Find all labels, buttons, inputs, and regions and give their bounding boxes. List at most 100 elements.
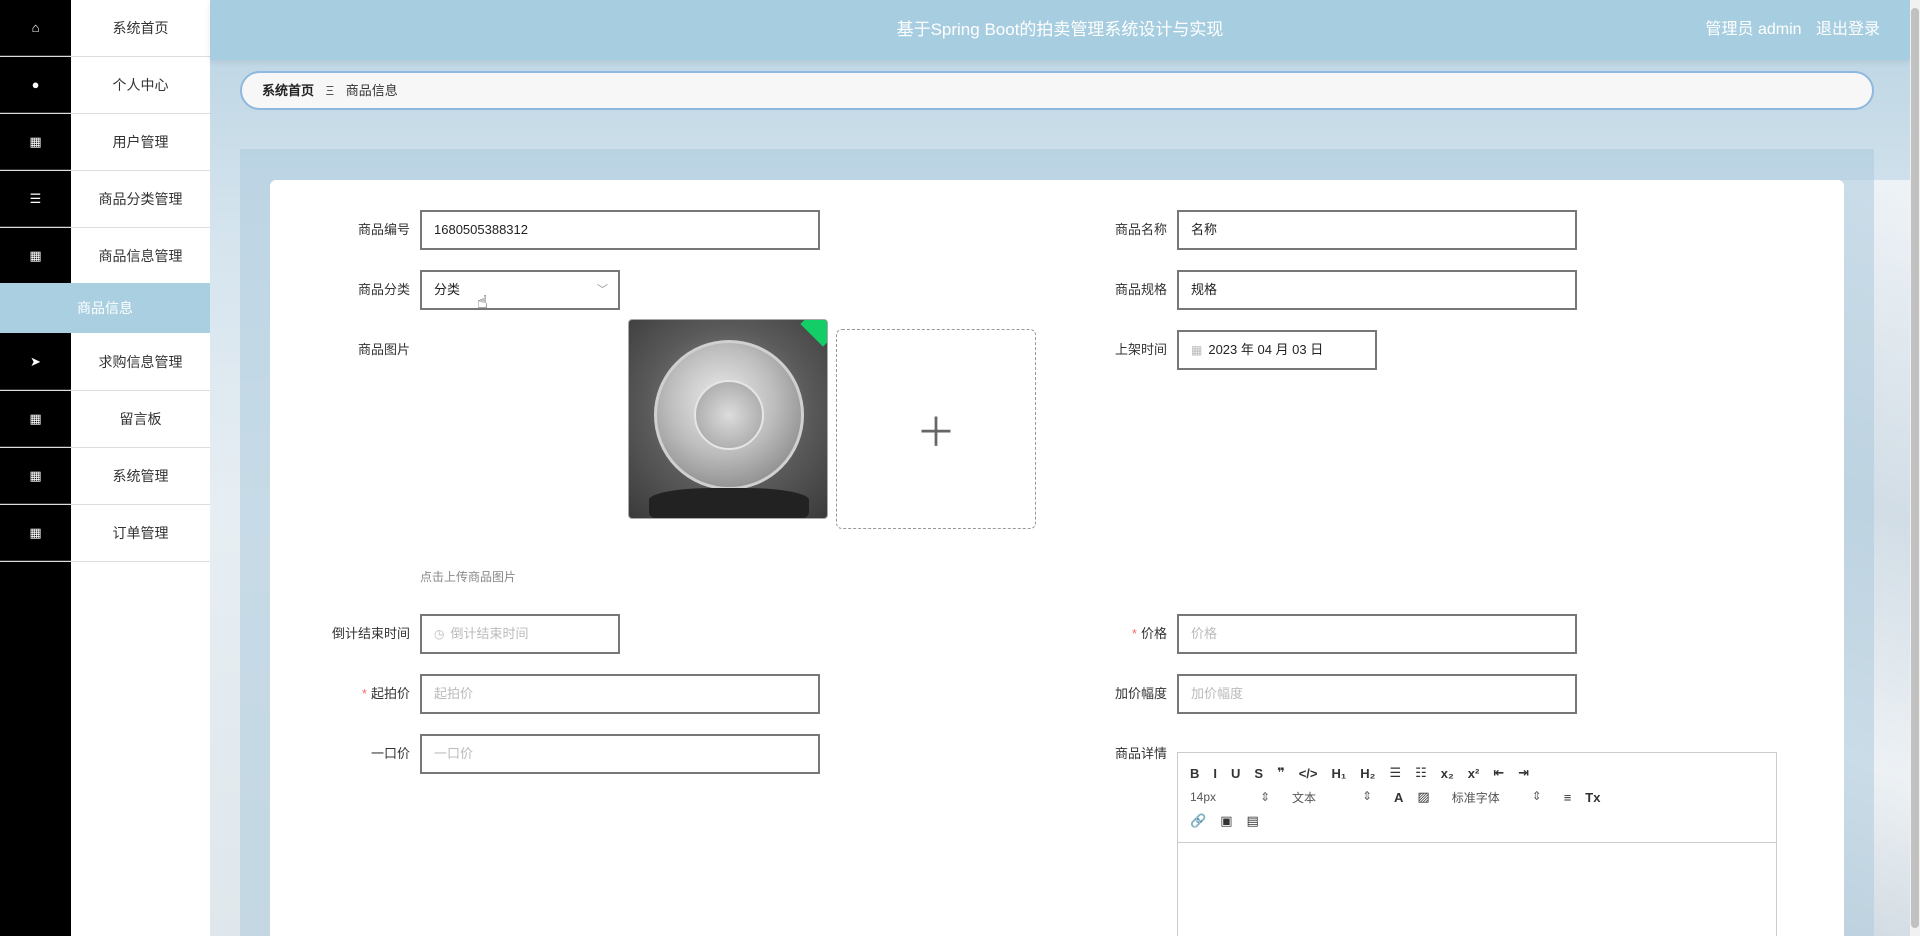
grid-icon: ▦ <box>0 505 71 561</box>
grid-icon: ▦ <box>0 391 71 447</box>
toolbar-row-1: B I U S ❞ </> H₁ H₂ ☰ ☷ x₂ x² ⇤ ⇥ <box>1190 761 1764 785</box>
calendar-icon: ▦ <box>1191 343 1203 357</box>
sidebar-item-7[interactable]: ▦ 留言板 <box>0 391 210 448</box>
success-corner-icon <box>800 320 827 347</box>
image-button[interactable]: ▣ <box>1220 813 1232 829</box>
sidebar-item-4[interactable]: ☰ 商品分类管理 <box>0 171 210 228</box>
image-label: 商品图片 <box>357 342 410 357</box>
font-family-value: 标准字体 <box>1451 790 1500 805</box>
sidebar-item-6[interactable]: ➤ 求购信息管理 <box>0 334 210 391</box>
detail-label: 商品详情 <box>1114 746 1167 761</box>
sidebar-item-label: 个人中心 <box>112 77 169 93</box>
subscript-button[interactable]: x₂ <box>1441 766 1454 781</box>
required-mark: * <box>1131 626 1137 641</box>
h1-button[interactable]: H₁ <box>1332 766 1347 781</box>
bold-button[interactable]: B <box>1190 766 1199 781</box>
increment-label: 加价幅度 <box>1114 686 1167 701</box>
buyout-input[interactable]: 一口价 <box>420 734 820 774</box>
goods-image-thumbnail[interactable] <box>628 319 828 519</box>
plus-icon: ＋ <box>916 411 956 455</box>
font-color-button[interactable]: A <box>1394 790 1403 805</box>
sidebar-item-1[interactable]: ⌂ 系统首页 <box>0 0 210 57</box>
top-header: 基于Spring Boot的拍卖管理系统设计与实现 管理员 admin 退出登录 <box>210 0 1910 60</box>
spec-label: 商品规格 <box>1114 282 1167 297</box>
video-button[interactable]: ▤ <box>1246 813 1258 829</box>
countdown-placeholder: 倒计结束时间 <box>450 626 529 641</box>
sidebar-item-label: 用户管理 <box>112 134 169 150</box>
link-button[interactable]: 🔗 <box>1190 813 1206 829</box>
text-type-select[interactable]: 文本 ⇕ <box>1292 789 1372 806</box>
scrollbar-thumb[interactable] <box>1911 8 1919 928</box>
category-label: 商品分类 <box>357 282 410 297</box>
strike-button[interactable]: S <box>1254 766 1263 781</box>
breadcrumb-home[interactable]: 系统首页 <box>262 83 314 98</box>
sidebar-item-label: 订单管理 <box>112 525 169 541</box>
background-color-button[interactable]: ▨ <box>1417 789 1429 805</box>
app-title: 基于Spring Boot的拍卖管理系统设计与实现 <box>896 20 1224 39</box>
page-scrollbar[interactable] <box>1910 0 1920 936</box>
sidebar-item-label: 求购信息管理 <box>98 354 183 370</box>
breadcrumb-separator: Ξ <box>325 83 335 98</box>
start-price-input[interactable]: 起拍价 <box>420 674 820 714</box>
image-upload-button[interactable]: ＋ <box>836 329 1036 529</box>
name-label: 商品名称 <box>1114 222 1167 237</box>
ordered-list-button[interactable]: ☰ <box>1389 765 1401 781</box>
blockquote-button[interactable]: ❞ <box>1277 765 1285 781</box>
grid-icon: ▦ <box>0 114 71 170</box>
breadcrumb: 系统首页 Ξ 商品信息 <box>240 71 1874 110</box>
sidebar-item-3[interactable]: ▦ 用户管理 <box>0 114 210 171</box>
shelf-time-input[interactable]: ▦ 2023 年 04 月 03 日 <box>1177 330 1377 370</box>
outdent-button[interactable]: ⇤ <box>1493 765 1504 781</box>
table-icon: ▦ <box>0 448 71 504</box>
clear-format-button[interactable]: Tx <box>1585 790 1600 805</box>
underline-button[interactable]: U <box>1231 766 1240 781</box>
countdown-input[interactable]: ◷ 倒计结束时间 <box>420 614 620 654</box>
price-label-text: 价格 <box>1140 626 1167 641</box>
superscript-button[interactable]: x² <box>1468 766 1480 781</box>
select-arrow-icon: ⇕ <box>1531 788 1542 803</box>
increment-input[interactable]: 加价幅度 <box>1177 674 1577 714</box>
sidebar-subitem-goods-info[interactable]: 商品信息 <box>0 283 210 333</box>
category-select[interactable]: 分类 ﹀ <box>420 270 620 310</box>
bullet-list-button[interactable]: ☷ <box>1415 765 1427 781</box>
italic-button[interactable]: I <box>1213 766 1217 781</box>
indent-button[interactable]: ⇥ <box>1518 765 1529 781</box>
logout-link[interactable]: 退出登录 <box>1816 21 1880 38</box>
send-icon: ➤ <box>0 334 71 390</box>
buyout-label: 一口价 <box>370 746 410 761</box>
sidebar-item-5[interactable]: ▦ 商品信息管理 <box>0 228 210 285</box>
price-label: * 价格 <box>1057 614 1167 654</box>
user-area: 管理员 admin 退出登录 <box>1696 0 1881 60</box>
select-arrow-icon: ⇕ <box>1259 790 1270 804</box>
align-button[interactable]: ≡ <box>1564 790 1572 805</box>
font-family-select[interactable]: 标准字体 ⇕ <box>1452 789 1542 806</box>
sidebar-item-2[interactable]: ● 个人中心 <box>0 57 210 114</box>
sidebar-item-label: 商品分类管理 <box>98 191 183 207</box>
plate-stand-graphic <box>649 488 809 518</box>
sliders-icon: ☰ <box>0 171 71 227</box>
code-input[interactable]: 1680505388312 <box>420 210 820 250</box>
sidebar-item-8[interactable]: ▦ 系统管理 <box>0 448 210 505</box>
start-price-label: * 起拍价 <box>300 674 410 714</box>
select-arrow-icon: ⇕ <box>1361 788 1372 803</box>
h2-button[interactable]: H₂ <box>1360 766 1375 781</box>
plate-center-graphic <box>694 380 764 450</box>
shelf-time-value: 2023 年 04 月 03 日 <box>1208 342 1324 357</box>
user-label: 管理员 admin <box>1705 21 1802 38</box>
image-upload-hint: 点击上传商品图片 <box>420 570 517 584</box>
font-size-select[interactable]: 14px ⇕ <box>1190 790 1270 804</box>
spec-input[interactable]: 规格 <box>1177 270 1577 310</box>
sidebar-item-9[interactable]: ▦ 订单管理 <box>0 505 210 562</box>
editor-toolbar: B I U S ❞ </> H₁ H₂ ☰ ☷ x₂ x² ⇤ ⇥ 14px ⇕ 文本 ⇕ A ▨ 标准字体 ⇕… <box>1178 753 1776 843</box>
sidebar-item-label: 系统首页 <box>112 20 169 36</box>
name-input[interactable]: 名称 <box>1177 210 1577 250</box>
toolbar-row-3: 🔗 ▣ ▤ <box>1190 809 1764 833</box>
user-icon: ● <box>0 57 71 113</box>
chevron-down-icon: ﹀ <box>597 284 608 296</box>
sidebar-subitem-label: 商品信息 <box>77 300 133 316</box>
category-value: 分类 <box>434 282 461 297</box>
countdown-label: 倒计结束时间 <box>331 626 410 641</box>
start-price-label-text: 起拍价 <box>370 686 410 701</box>
price-input[interactable]: 价格 <box>1177 614 1577 654</box>
code-button[interactable]: </> <box>1299 766 1318 781</box>
